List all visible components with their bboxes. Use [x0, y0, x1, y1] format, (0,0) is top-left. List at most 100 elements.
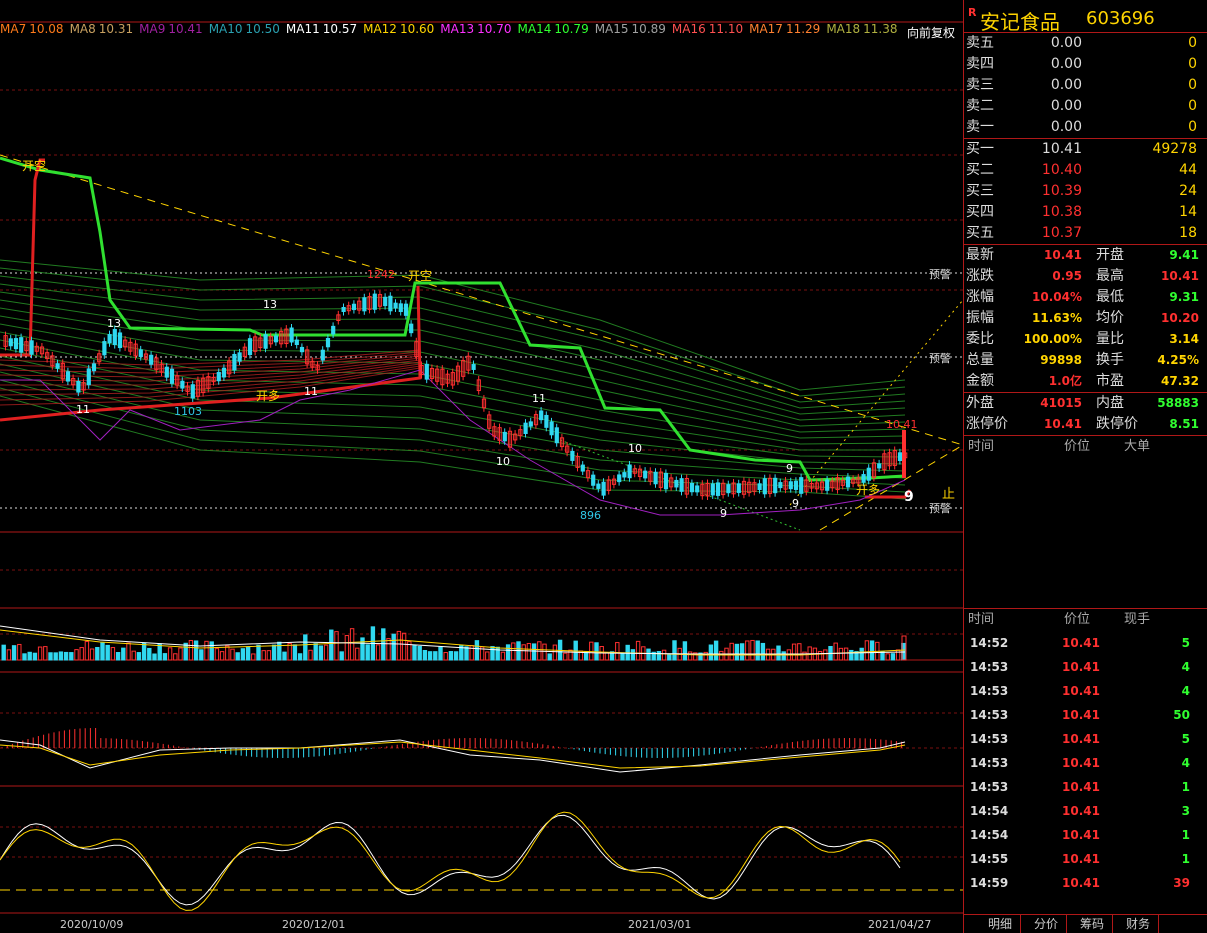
- order-level-label: 卖五: [966, 35, 994, 51]
- quote-panel: R 安记食品 603696 卖五 0.00 0 卖四 0.00 0 卖三 0.00 0 卖二 0.0…: [963, 0, 1207, 933]
- quote-row: 振幅 11.63% 均价 10.20: [964, 308, 1207, 329]
- tab-0[interactable]: 明细: [980, 915, 1021, 933]
- count-label: 10: [496, 455, 510, 468]
- order-level-label: 买一: [966, 141, 994, 157]
- tick-time: 14:53: [970, 780, 1009, 794]
- tick-row[interactable]: 14:53 10.41 5: [964, 727, 1207, 751]
- count-label: 896: [580, 509, 601, 522]
- stock-name[interactable]: 安记食品: [980, 6, 1060, 35]
- quote-label: 振幅: [966, 310, 994, 326]
- order-volume: 0: [1188, 77, 1197, 93]
- tick-time: 14:53: [970, 756, 1009, 770]
- stop-line-red: [0, 158, 45, 357]
- tick-price: 10.41: [1062, 828, 1100, 842]
- quote-label: 最低: [1096, 289, 1124, 305]
- tick-volume: 39: [1173, 876, 1190, 890]
- order-level-label: 买二: [966, 162, 994, 178]
- stock-flag: R: [968, 6, 977, 19]
- order-price: 10.39: [1041, 183, 1082, 199]
- tick-row[interactable]: 14:54 10.41 1: [964, 823, 1207, 847]
- order-price: 10.41: [1041, 141, 1082, 157]
- quote-value: 1.0亿: [1048, 374, 1082, 388]
- order-price: 0.00: [1050, 98, 1082, 114]
- order-price: 0.00: [1050, 56, 1082, 72]
- tick-price: 10.41: [1062, 804, 1100, 818]
- signal-kaikong-2: 开空: [408, 269, 432, 283]
- tick-time: 14:53: [970, 732, 1009, 746]
- tab-1[interactable]: 分价: [1026, 915, 1067, 933]
- quote-label: 开盘: [1096, 247, 1124, 263]
- tick-volume: 1: [1181, 780, 1190, 794]
- quote-row: 金额 1.0亿 市盈 47.32: [964, 371, 1207, 392]
- quote-label: 外盘: [966, 395, 994, 411]
- count-label: 11: [304, 385, 318, 398]
- count-label: 9: [792, 497, 799, 510]
- quote-value: 47.32: [1161, 374, 1199, 388]
- tick-row[interactable]: 14:55 10.41 1: [964, 847, 1207, 871]
- quote-value: 58883: [1157, 396, 1199, 410]
- quote-row: 委比 100.00% 量比 3.14: [964, 329, 1207, 350]
- tick-row[interactable]: 14:53 10.41 50: [964, 703, 1207, 727]
- tick-list[interactable]: 14:52 10.41 5 14:53 10.41 4 14:53 10.41 4 14:53 10…: [964, 631, 1207, 895]
- order-price: 10.37: [1041, 225, 1082, 241]
- sell-row[interactable]: 卖四 0.00 0: [964, 54, 1207, 75]
- quote-label: 金额: [966, 373, 994, 389]
- tick-row[interactable]: 14:53 10.41 4: [964, 655, 1207, 679]
- kline-chart-area[interactable]: MA7 10.08 MA8 10.31 MA9 10.41 MA10 10.50 MA11 10.…: [0, 0, 963, 933]
- tick-row[interactable]: 14:59 10.41 39: [964, 871, 1207, 895]
- order-price: 0.00: [1050, 77, 1082, 93]
- quote-label: 均价: [1096, 310, 1124, 326]
- signal-kaikong-1: 开空: [22, 159, 46, 173]
- tick-volume: 5: [1181, 636, 1190, 650]
- count-label: 13: [263, 298, 277, 311]
- order-volume: 0: [1188, 119, 1197, 135]
- tick-row[interactable]: 14:53 10.41 4: [964, 679, 1207, 703]
- tab-3[interactable]: 财务: [1118, 915, 1159, 933]
- sell-row[interactable]: 卖五 0.00 0: [964, 33, 1207, 54]
- order-level-label: 买五: [966, 225, 994, 241]
- order-volume: 0: [1188, 56, 1197, 72]
- quote-label: 换手: [1096, 352, 1124, 368]
- quote-value: 10.41: [1044, 248, 1082, 262]
- signal-kaiduo-1: 开多: [256, 389, 280, 403]
- x-axis-date: 2020/10/09: [60, 918, 123, 931]
- quote-value: 99898: [1040, 353, 1082, 367]
- x-axis-date: 2020/12/01: [282, 918, 345, 931]
- buy-row[interactable]: 买三 10.39 24: [964, 181, 1207, 202]
- tick-price: 10.41: [1062, 780, 1100, 794]
- sell-row[interactable]: 卖三 0.00 0: [964, 75, 1207, 96]
- tick-row[interactable]: 14:53 10.41 4: [964, 751, 1207, 775]
- tick-price: 10.41: [1062, 636, 1100, 650]
- quote-row: 涨跌 0.95 最高 10.41: [964, 266, 1207, 287]
- order-volume: 0: [1188, 35, 1197, 51]
- order-volume: 44: [1179, 162, 1197, 178]
- tick-header: 时间 价位 现手: [968, 612, 1151, 627]
- tick-time: 14:54: [970, 828, 1009, 842]
- stock-code[interactable]: 603696: [1086, 8, 1155, 29]
- order-level-label: 卖二: [966, 98, 994, 114]
- buy-row[interactable]: 买二 10.40 44: [964, 160, 1207, 181]
- tick-row[interactable]: 14:53 10.41 1: [964, 775, 1207, 799]
- warning-label-1: 预警: [929, 267, 951, 281]
- buy-row[interactable]: 买四 10.38 14: [964, 202, 1207, 223]
- quote-label: 量比: [1096, 331, 1124, 347]
- buy-row[interactable]: 买五 10.37 18: [964, 223, 1207, 244]
- count-label: 9: [786, 462, 793, 475]
- quote-label: 涨跌: [966, 268, 994, 284]
- tick-volume: 4: [1181, 756, 1190, 770]
- tick-time: 14:54: [970, 804, 1009, 818]
- tab-2[interactable]: 筹码: [1072, 915, 1113, 933]
- tick-row[interactable]: 14:52 10.41 5: [964, 631, 1207, 655]
- sell-row[interactable]: 卖一 0.00 0: [964, 117, 1207, 138]
- chart-svg: 开空 开空 开多 开多 预警 预警 预警 13 13 11 1103 11 12…: [0, 21, 963, 931]
- tick-row[interactable]: 14:54 10.41 3: [964, 799, 1207, 823]
- buy-row[interactable]: 买一 10.41 49278: [964, 139, 1207, 160]
- quote-value: 100.00%: [1023, 332, 1082, 346]
- tick-time: 14:52: [970, 636, 1009, 650]
- quote-stats: 最新 10.41 开盘 9.41 涨跌 0.95 最高 10.41 涨幅 10.04% 最低 9.31…: [964, 245, 1207, 393]
- quote-row: 最新 10.41 开盘 9.41: [964, 245, 1207, 266]
- tick-price: 10.41: [1062, 660, 1100, 674]
- tick-time: 14:53: [970, 684, 1009, 698]
- sell-row[interactable]: 卖二 0.00 0: [964, 96, 1207, 117]
- quote-value: 10.41: [1161, 269, 1199, 283]
